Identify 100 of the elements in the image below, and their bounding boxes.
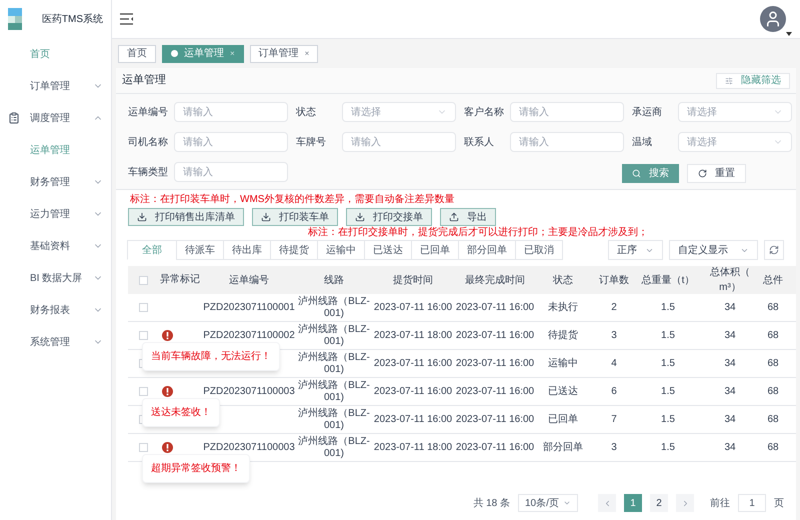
sidebar-item[interactable]: 财务报表 [0,294,111,326]
status-tab[interactable]: 运输中 [317,240,365,260]
status-tab[interactable]: 待派车 [176,240,224,260]
input-field[interactable]: 请输入 [342,132,456,152]
column-header: 运单编号 [228,274,270,288]
column-header: 状态 [552,274,574,288]
status-tab[interactable]: 已回单 [411,240,459,260]
filter-label: 联系人 [464,136,495,150]
table-cell: 泸州线路（BLZ-001) [297,408,371,432]
table-cell-text: 68 [767,301,779,315]
filter-label: 运单编号 [128,106,166,120]
input-field[interactable]: 请输入 [510,132,624,152]
annotation-note: 标注：在打印装车单时，WMS外复核的件数差异，需要自动备注差异数量 [129,194,456,206]
upload-icon [449,212,459,222]
reset-button[interactable]: 重置 [687,164,746,183]
table-cell-text: 34 [724,385,736,399]
total-count: 共 18 条 [473,496,510,510]
input-field[interactable]: 请输入 [510,102,624,122]
sidebar-item[interactable]: BI 数据大屏 [0,262,111,294]
annotation-note: 标注：在打印交接单时，提货完成后才可以进行打印；主要是冷品才涉及到； [307,227,649,239]
page-title: 运单管理 [122,73,166,88]
table-cell-text: 1.5 [661,441,675,455]
page-tab[interactable]: 订单管理 × [250,44,318,62]
checkbox[interactable] [138,331,148,340]
avatar[interactable] [760,6,786,32]
input-field[interactable]: 请输入 [174,162,288,182]
page-size-select[interactable]: 10条/页 [518,494,578,512]
table-cell-text: PZD2023071100001 [203,301,295,315]
table-cell-text: 34 [724,357,736,371]
download-icon [355,212,365,222]
refresh-button[interactable] [764,240,784,260]
input-field[interactable]: 请输入 [174,102,288,122]
table-cell-text: 1.5 [661,357,675,371]
table-cell-text: 2023-07-11 16:00 [374,301,452,315]
table-cell-text: 7 [611,413,617,427]
table-cell-text: 34 [724,413,736,427]
next-page-button[interactable] [676,494,694,512]
table-cell-text: 34 [724,301,736,315]
sidebar-item[interactable]: 运力管理 [0,198,111,230]
checkbox[interactable] [138,303,148,312]
action-button[interactable]: 打印交接单 [346,208,432,226]
table-cell-text: 68 [767,385,779,399]
action-button[interactable]: 导出 [440,208,496,226]
action-button[interactable]: 打印销售出库清单 [128,208,244,226]
table-cell: 泸州线路（BLZ-001) [297,436,371,460]
table-cell-text: 2023-07-11 18:00 [374,329,452,343]
close-icon[interactable]: × [304,48,310,60]
checkbox[interactable] [138,276,148,284]
table-cell-text: 2023-07-11 16:00 [374,385,452,399]
column-header: 提货时间 [392,274,434,288]
table-cell-text: 2023-07-11 18:00 [374,441,452,455]
page-input[interactable]: 1 [738,494,766,512]
status-tab[interactable]: 已送达 [364,240,412,260]
table-cell-text: 34 [724,329,736,343]
status-tab[interactable]: 待出库 [223,240,271,260]
app-title: 医药TMS系统 [42,12,103,26]
table-cell-text: 68 [767,357,779,371]
table-cell-text: 1.5 [661,329,675,343]
sidebar-item[interactable]: 调度管理 [0,102,111,134]
status-tab[interactable]: 已取消 [515,240,563,260]
table-cell: 泸州线路（BLZ-001) [297,352,371,376]
table-cell-text: 已回单 [548,412,578,427]
sidebar-item[interactable]: 系统管理 [0,326,111,358]
sort-select[interactable]: 正序 [608,240,663,260]
table-cell: 泸州线路（BLZ-001) [297,296,371,320]
filter-label: 客户名称 [464,106,502,120]
table-cell-text: 待提货 [548,328,578,343]
clipboard-icon [8,112,20,124]
column-header: 总体积（ m³） [709,266,751,295]
table-cell-text: 68 [767,413,779,427]
status-tab[interactable]: 待提货 [270,240,318,260]
action-button[interactable]: 打印装车单 [252,208,338,226]
table-cell-text: PZD2023071100003 [203,385,295,399]
sidebar-item[interactable]: 基础资料 [0,230,111,262]
menu-fold-icon[interactable] [120,13,134,25]
goto-label: 前往 [710,496,730,510]
sidebar-item[interactable]: 财务管理 [0,166,111,198]
column-header: 总重量（t） [640,274,696,288]
table-cell-text: 2023-07-11 16:00 [456,385,534,399]
column-select[interactable]: 自定义显示 [669,240,758,260]
table-cell-text: 2023-07-11 16:00 [456,357,534,371]
logo-icon [8,8,22,30]
filter-icon [725,76,733,84]
table-cell-text: 已送达 [548,384,578,399]
column-header: 最终完成时间 [464,274,526,288]
table-cell-text: 2023-07-11 16:00 [374,413,452,427]
table-cell-text: 运输中 [548,356,578,371]
sidebar-item[interactable]: 订单管理 [0,70,111,102]
input-field[interactable]: 请输入 [174,132,288,152]
page-button[interactable]: 2 [650,494,668,512]
checkbox[interactable] [138,443,148,452]
checkbox[interactable] [138,387,148,396]
filter-label: 车牌号 [296,136,327,150]
table-cell-text: 2023-07-11 16:00 [456,441,534,455]
prev-page-button[interactable] [598,494,616,512]
page-tab[interactable]: 首页 [118,44,156,62]
status-tab[interactable]: 部分回单 [458,240,516,260]
user-icon [764,10,782,28]
download-icon [137,212,147,222]
table-cell-text: 34 [724,441,736,455]
